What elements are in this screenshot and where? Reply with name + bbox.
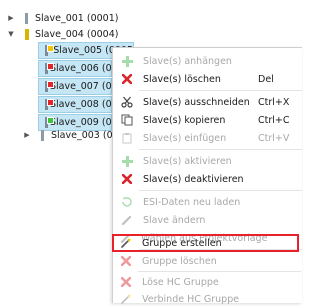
menu-item-release-hc-group[interactable]: Löse HC Gruppe <box>112 273 301 291</box>
menu-item-cut-slaves[interactable]: Slave(s) ausschneiden Ctrl+X <box>113 93 302 111</box>
expand-arrow-icon[interactable]: ▶ <box>6 13 16 23</box>
menu-item-copy-slaves[interactable]: Slave(s) kopieren Ctrl+C <box>113 111 302 129</box>
menu-item-attach-slaves[interactable]: Slave(s) anhängen <box>113 52 302 70</box>
delete-x-icon <box>120 172 134 186</box>
delete-x-icon <box>120 72 134 86</box>
menu-item-label: Löse HC Gruppe <box>142 276 219 288</box>
device-icon <box>41 129 46 141</box>
menu-item-label: Verbinde HC Gruppe <box>142 293 240 305</box>
expand-arrow-icon[interactable]: ▶ <box>22 130 32 140</box>
menu-item-shortcut: Del <box>258 73 274 85</box>
tree-item-label: Slave_001 (0001) <box>35 12 119 24</box>
tree-item-label: Slave_004 (0004) <box>35 28 119 40</box>
menu-item-shortcut: Ctrl+V <box>258 132 290 144</box>
menu-item-label: Slave(s) löschen <box>143 73 221 85</box>
menu-separator <box>139 90 302 91</box>
menu-item-label: Slave(s) anhängen <box>143 55 232 67</box>
menu-item-shortcut: Ctrl+X <box>258 96 290 108</box>
menu-item-label: Slave(s) deaktivieren <box>143 173 244 185</box>
menu-item-label: Slave(s) kopieren <box>143 114 226 126</box>
device-icon <box>25 28 30 40</box>
tree-item-slave-007[interactable]: Slave_007 (0007 <box>38 78 112 95</box>
menu-item-connect-hc-group[interactable]: Verbinde HC Gruppe <box>112 290 301 308</box>
menu-separator <box>138 271 301 272</box>
menu-item-label: Gruppe löschen <box>142 255 217 267</box>
collapse-arrow-icon[interactable]: ▼ <box>6 29 16 39</box>
menu-item-paste-slaves[interactable]: Slave(s) einfügen Ctrl+V <box>113 129 302 147</box>
tree-item-slave-004[interactable]: ▼ Slave_004 (0004) <box>6 25 118 43</box>
menu-item-label: Slave(s) ausschneiden <box>143 96 250 108</box>
device-icon <box>45 45 55 56</box>
plus-icon <box>120 154 134 168</box>
menu-item-label: ESI-Daten neu laden <box>143 196 241 208</box>
paste-icon <box>120 131 134 145</box>
menu-item-change-slave[interactable]: Slave ändern <box>113 211 302 229</box>
tree-item-label: Slave_007 (0007 <box>50 81 112 92</box>
menu-item-shortcut: Ctrl+C <box>258 114 290 126</box>
menu-separator <box>139 190 302 191</box>
reload-icon <box>120 195 134 209</box>
menu-item-delete-group[interactable]: Gruppe löschen <box>112 252 301 270</box>
device-icon <box>25 12 30 24</box>
menu-separator <box>139 149 302 150</box>
tree-item-slave-006[interactable]: Slave_006 (0006 <box>38 60 112 77</box>
pencil-icon <box>120 213 134 227</box>
menu-item-deactivate-slaves[interactable]: Slave(s) deaktivieren <box>113 170 302 188</box>
delete-x-icon <box>119 254 133 268</box>
highlight-box <box>112 234 299 252</box>
group-wand-icon <box>119 292 133 306</box>
plus-icon <box>120 54 134 68</box>
tree-item-slave-008[interactable]: Slave_008 (0008 <box>38 96 112 113</box>
menu-item-delete-slaves[interactable]: Slave(s) löschen Del <box>113 70 302 88</box>
tree-item-label: Slave_008 (0008 <box>50 99 112 110</box>
copy-icon <box>120 113 134 127</box>
menu-item-activate-slaves[interactable]: Slave(s) aktivieren <box>113 152 302 170</box>
menu-item-label: Slave ändern <box>143 214 206 226</box>
scissors-icon <box>120 95 134 109</box>
menu-item-reload-esi[interactable]: ESI-Daten neu laden <box>113 193 302 211</box>
tree-item-label: Slave_006 (0006 <box>50 63 112 74</box>
menu-item-label: Slave(s) aktivieren <box>143 155 232 167</box>
delete-x-icon <box>119 275 133 289</box>
menu-item-label: Slave(s) einfügen <box>143 132 227 144</box>
